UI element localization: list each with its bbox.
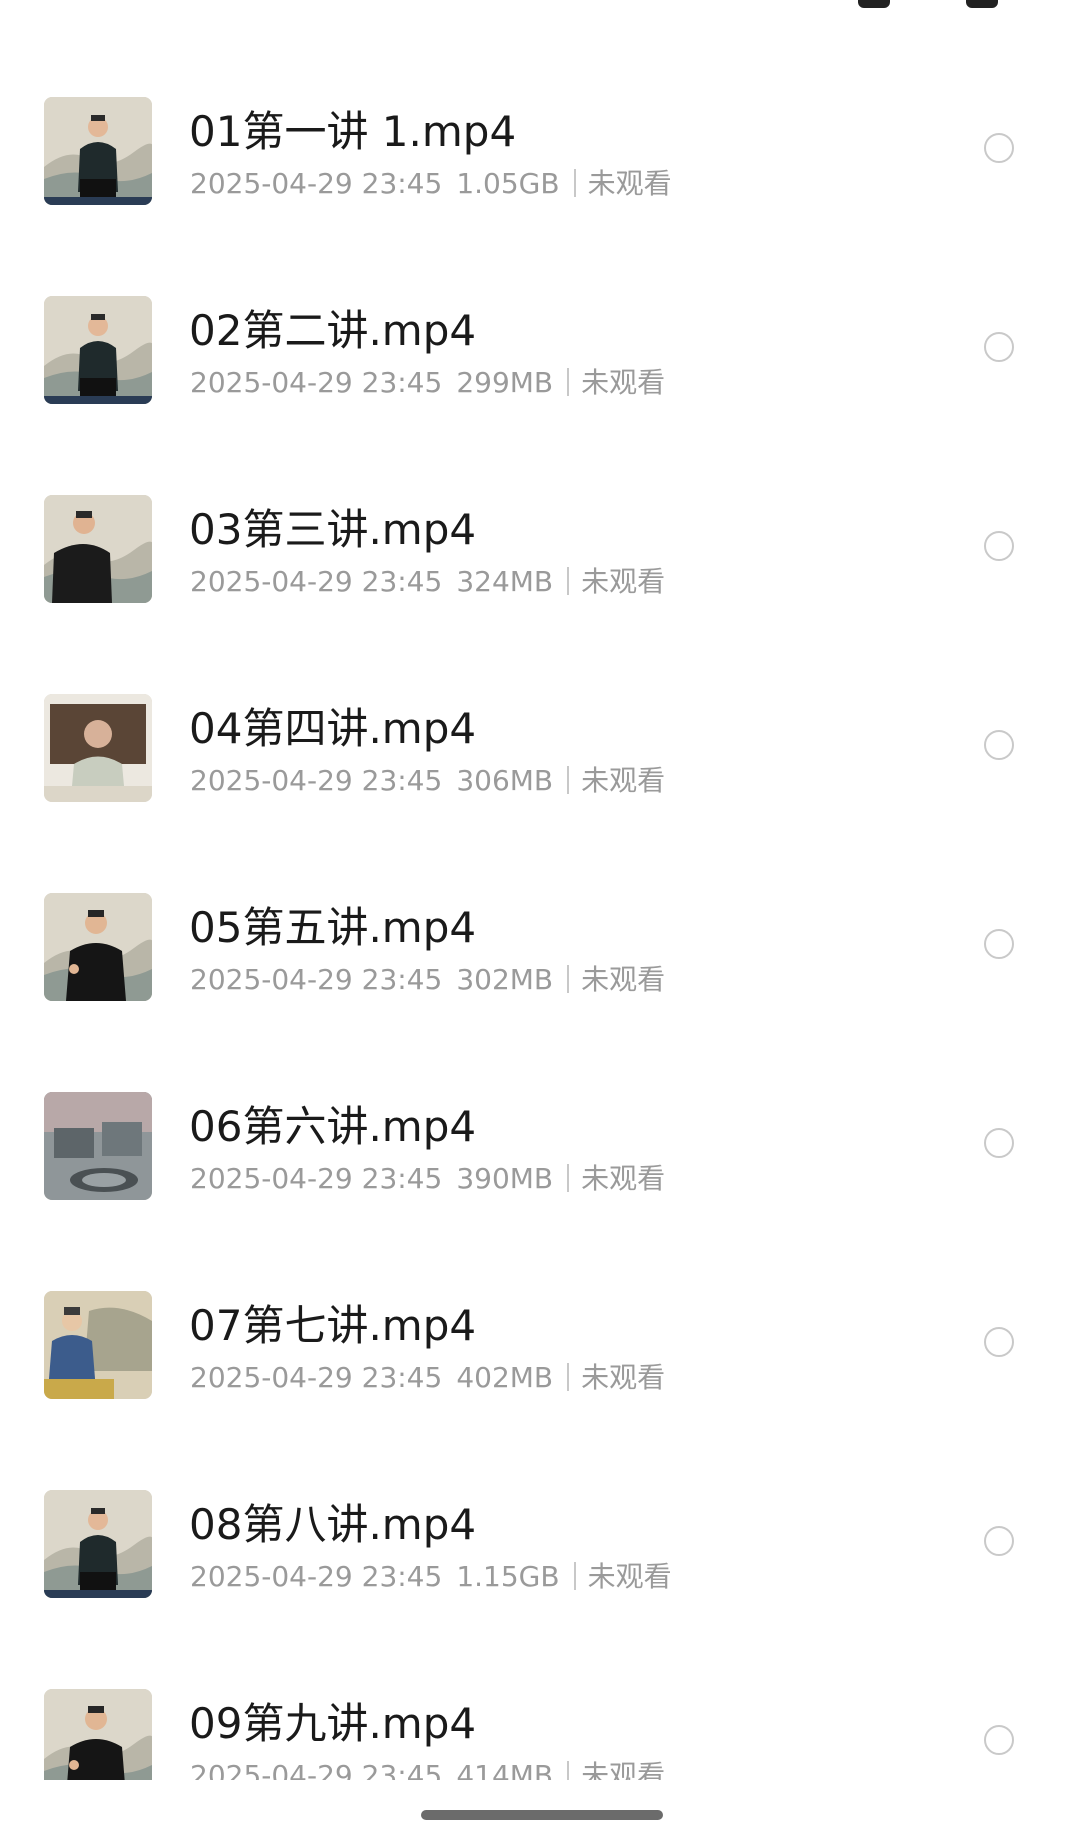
meta-divider <box>567 766 570 794</box>
watch-status: 未观看 <box>581 764 666 797</box>
file-meta: 2025-04-29 23:45 324MB 未观看 <box>190 564 665 600</box>
select-radio[interactable] <box>984 133 1014 163</box>
file-name: 04第四讲.mp4 <box>189 704 477 753</box>
video-file-list[interactable]: 01第一讲 1.mp4 2025-04-29 23:45 1.05GB 未观看 02第… <box>0 54 1065 1780</box>
top-app-bar-edge <box>0 0 1065 10</box>
file-meta: 2025-04-29 23:45 414MB 未观看 <box>190 1758 665 1780</box>
watch-status: 未观看 <box>581 1162 666 1195</box>
file-date: 2025-04-29 23:45 <box>190 565 443 598</box>
meta-divider <box>567 368 570 396</box>
file-date: 2025-04-29 23:45 <box>190 963 443 996</box>
file-meta: 2025-04-29 23:45 299MB 未观看 <box>190 365 665 401</box>
select-radio[interactable] <box>984 531 1014 561</box>
video-thumbnail[interactable] <box>44 1490 152 1598</box>
video-thumbnail[interactable] <box>44 296 152 404</box>
video-thumbnail[interactable] <box>44 1689 152 1780</box>
file-row[interactable]: 02第二讲.mp4 2025-04-29 23:45 299MB 未观看 <box>0 253 1065 452</box>
file-size: 1.15GB <box>456 1560 560 1593</box>
file-size: 402MB <box>456 1361 554 1394</box>
video-thumbnail[interactable] <box>44 1092 152 1200</box>
file-meta: 2025-04-29 23:45 302MB 未观看 <box>190 962 665 998</box>
thumbnail-image <box>44 97 152 205</box>
thumbnail-image <box>44 893 152 1001</box>
meta-divider <box>573 169 576 197</box>
meta-divider <box>567 567 570 595</box>
file-size: 306MB <box>456 764 554 797</box>
search-icon[interactable] <box>858 0 890 8</box>
file-name: 08第八讲.mp4 <box>189 1500 477 1549</box>
video-thumbnail[interactable] <box>44 694 152 802</box>
video-thumbnail[interactable] <box>44 893 152 1001</box>
file-row[interactable]: 01第一讲 1.mp4 2025-04-29 23:45 1.05GB 未观看 <box>0 54 1065 253</box>
home-indicator[interactable] <box>421 1810 663 1820</box>
select-radio[interactable] <box>984 1327 1014 1357</box>
watch-status: 未观看 <box>581 366 666 399</box>
video-thumbnail[interactable] <box>44 97 152 205</box>
file-row[interactable]: 03第三讲.mp4 2025-04-29 23:45 324MB 未观看 <box>0 452 1065 651</box>
file-row[interactable]: 05第五讲.mp4 2025-04-29 23:45 302MB 未观看 <box>0 850 1065 1049</box>
file-meta: 2025-04-29 23:45 390MB 未观看 <box>190 1161 665 1197</box>
file-name: 07第七讲.mp4 <box>189 1301 477 1350</box>
thumbnail-image <box>44 1689 152 1780</box>
file-meta: 2025-04-29 23:45 1.15GB 未观看 <box>190 1559 672 1595</box>
select-radio[interactable] <box>984 1526 1014 1556</box>
thumbnail-image <box>44 1490 152 1598</box>
watch-status: 未观看 <box>587 1560 672 1593</box>
file-name: 09第九讲.mp4 <box>189 1699 477 1748</box>
thumbnail-image <box>44 495 152 603</box>
file-row[interactable]: 06第六讲.mp4 2025-04-29 23:45 390MB 未观看 <box>0 1049 1065 1248</box>
watch-status: 未观看 <box>587 167 672 200</box>
meta-divider <box>567 965 570 993</box>
file-date: 2025-04-29 23:45 <box>190 167 443 200</box>
file-meta: 2025-04-29 23:45 306MB 未观看 <box>190 763 665 799</box>
file-size: 299MB <box>456 366 554 399</box>
select-radio[interactable] <box>984 730 1014 760</box>
file-date: 2025-04-29 23:45 <box>190 1162 443 1195</box>
file-size: 302MB <box>456 963 554 996</box>
file-meta: 2025-04-29 23:45 402MB 未观看 <box>190 1360 665 1396</box>
file-date: 2025-04-29 23:45 <box>190 764 443 797</box>
select-radio[interactable] <box>984 1725 1014 1755</box>
file-size: 1.05GB <box>456 167 560 200</box>
watch-status: 未观看 <box>581 1361 666 1394</box>
thumbnail-image <box>44 1092 152 1200</box>
file-name: 03第三讲.mp4 <box>189 505 477 554</box>
meta-divider <box>573 1562 576 1590</box>
meta-divider <box>567 1761 570 1780</box>
file-name: 02第二讲.mp4 <box>189 306 477 355</box>
select-radio[interactable] <box>984 929 1014 959</box>
file-name: 06第六讲.mp4 <box>189 1102 477 1151</box>
file-row[interactable]: 09第九讲.mp4 2025-04-29 23:45 414MB 未观看 <box>0 1646 1065 1780</box>
thumbnail-image <box>44 296 152 404</box>
meta-divider <box>567 1363 570 1391</box>
file-name: 01第一讲 1.mp4 <box>189 107 517 156</box>
file-size: 324MB <box>456 565 554 598</box>
thumbnail-image <box>44 1291 152 1399</box>
grid-view-icon[interactable] <box>966 0 998 8</box>
meta-divider <box>567 1164 570 1192</box>
thumbnail-image <box>44 694 152 802</box>
watch-status: 未观看 <box>581 1759 666 1780</box>
file-meta: 2025-04-29 23:45 1.05GB 未观看 <box>190 166 672 202</box>
file-date: 2025-04-29 23:45 <box>190 1560 443 1593</box>
file-date: 2025-04-29 23:45 <box>190 1759 443 1780</box>
video-thumbnail[interactable] <box>44 495 152 603</box>
file-date: 2025-04-29 23:45 <box>190 366 443 399</box>
file-name: 05第五讲.mp4 <box>189 903 477 952</box>
select-radio[interactable] <box>984 332 1014 362</box>
watch-status: 未观看 <box>581 963 666 996</box>
file-size: 390MB <box>456 1162 554 1195</box>
video-thumbnail[interactable] <box>44 1291 152 1399</box>
file-row[interactable]: 07第七讲.mp4 2025-04-29 23:45 402MB 未观看 <box>0 1248 1065 1447</box>
file-size: 414MB <box>456 1759 554 1780</box>
file-row[interactable]: 08第八讲.mp4 2025-04-29 23:45 1.15GB 未观看 <box>0 1447 1065 1646</box>
file-row[interactable]: 04第四讲.mp4 2025-04-29 23:45 306MB 未观看 <box>0 651 1065 850</box>
watch-status: 未观看 <box>581 565 666 598</box>
file-date: 2025-04-29 23:45 <box>190 1361 443 1394</box>
select-radio[interactable] <box>984 1128 1014 1158</box>
